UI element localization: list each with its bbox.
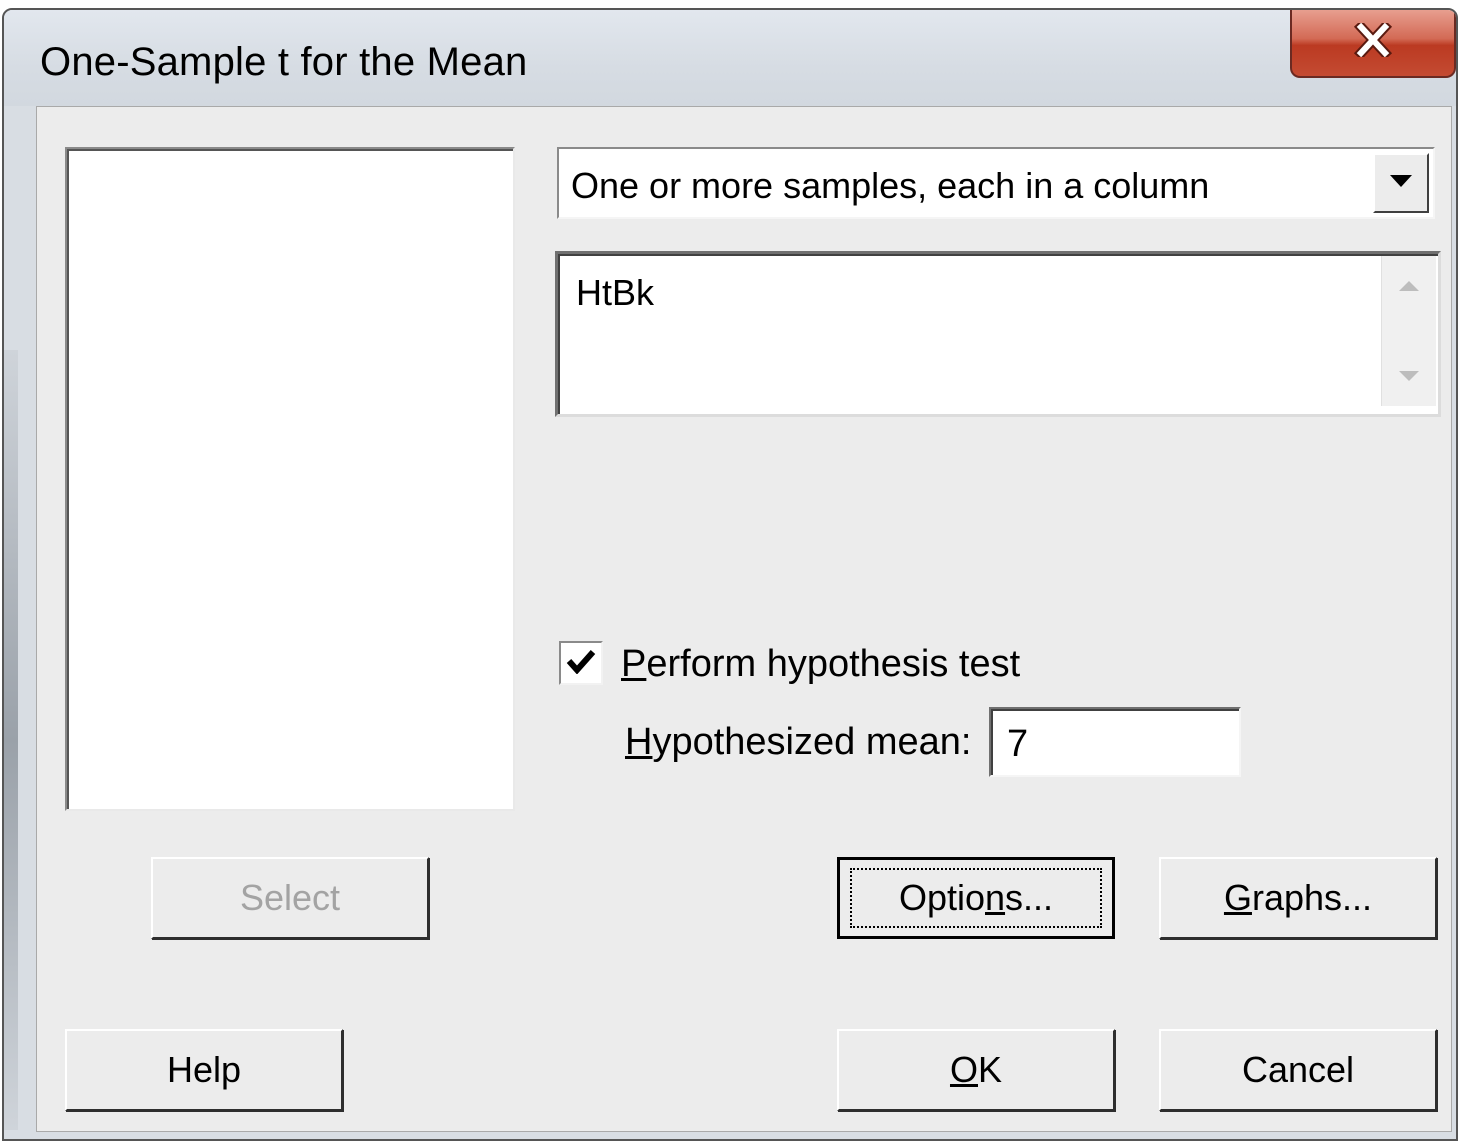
data-layout-dropdown[interactable]: One or more samples, each in a column (557, 147, 1435, 219)
graphs-button[interactable]: Graphs... (1159, 857, 1437, 939)
hypothesis-test-label[interactable]: Perform hypothesis test (621, 643, 1020, 686)
dialog-window: One-Sample t for the Mean One or more sa… (2, 8, 1458, 1141)
scroll-up-icon[interactable] (1382, 266, 1436, 306)
window-frame-edge (4, 350, 18, 1130)
samples-scrollbar[interactable] (1381, 256, 1436, 406)
graphs-label: Graphs... (1223, 877, 1373, 918)
close-icon (1353, 19, 1393, 62)
help-label: Help (166, 1049, 242, 1090)
label-text: erform hypothesis test (646, 643, 1021, 685)
title-bar[interactable]: One-Sample t for the Mean (4, 10, 1456, 106)
mnemonic-char: H (625, 721, 653, 763)
samples-input[interactable]: HtBk (555, 251, 1441, 417)
dialog-title: One-Sample t for the Mean (40, 40, 528, 84)
ok-button[interactable]: OK (837, 1029, 1115, 1111)
samples-value: HtBk (576, 272, 655, 313)
cancel-label: Cancel (1241, 1049, 1355, 1090)
mnemonic-char: P (621, 643, 647, 685)
hypothesized-mean-field[interactable]: 7 (989, 707, 1241, 777)
select-label: Select (239, 877, 341, 918)
dropdown-button[interactable] (1373, 153, 1429, 213)
hypothesized-mean-label: Hypothesized mean: (625, 721, 971, 764)
help-button[interactable]: Help (65, 1029, 343, 1111)
label-text: ypothesized mean: (652, 721, 972, 763)
select-button[interactable]: Select (151, 857, 429, 939)
dialog-body: One or more samples, each in a column Ht… (36, 106, 1452, 1132)
column-list[interactable] (65, 147, 515, 811)
ok-label: OK (949, 1049, 1003, 1090)
options-button[interactable]: Options... (837, 857, 1115, 939)
data-layout-value: One or more samples, each in a column (571, 165, 1210, 206)
focus-ring (850, 868, 1102, 928)
checkmark-icon (566, 648, 596, 679)
scroll-down-icon[interactable] (1382, 356, 1436, 396)
cancel-button[interactable]: Cancel (1159, 1029, 1437, 1111)
close-button[interactable] (1290, 10, 1456, 78)
hypothesis-test-checkbox[interactable] (559, 641, 603, 685)
chevron-down-icon (1390, 174, 1412, 192)
hypothesized-mean-value: 7 (1007, 723, 1029, 765)
